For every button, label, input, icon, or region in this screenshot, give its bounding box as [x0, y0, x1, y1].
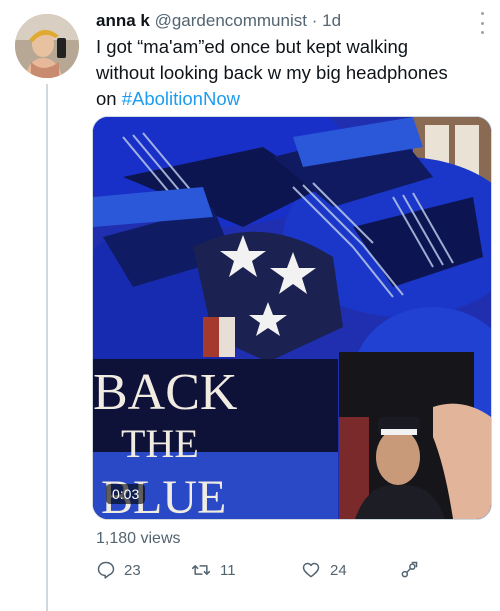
sign-line-2: THE	[121, 421, 199, 466]
like-icon	[302, 562, 320, 578]
video-frame: BACK THE BLUE	[93, 117, 491, 519]
tweet-header: anna k @gardencommunist · 1d	[96, 10, 341, 32]
view-count: 1,180 views	[96, 530, 181, 547]
display-name[interactable]: anna k	[96, 11, 150, 30]
reply-count: 23	[124, 561, 141, 579]
sign-line-1: BACK	[93, 364, 238, 421]
like-button[interactable]: 24	[300, 560, 347, 580]
video-player[interactable]: BACK THE BLUE	[92, 116, 492, 520]
action-bar: 23 11 24	[94, 560, 454, 586]
timestamp-link[interactable]: 1d	[322, 11, 341, 30]
share-button[interactable]	[398, 560, 420, 580]
tweet-text: I got “ma'am”ed once but kept walking wi…	[96, 34, 468, 112]
avatar-image	[15, 14, 79, 78]
reply-button[interactable]: 23	[96, 560, 141, 580]
video-duration: 0:03	[106, 484, 146, 504]
avatar[interactable]	[15, 14, 79, 78]
retweet-button[interactable]: 11	[190, 560, 236, 580]
retweet-count: 11	[220, 561, 236, 579]
reply-icon	[97, 561, 115, 579]
separator: ·	[311, 11, 318, 30]
like-count: 24	[330, 561, 347, 579]
retweet-icon	[191, 565, 211, 575]
thread-line	[46, 84, 48, 611]
share-icon	[401, 561, 418, 578]
hashtag-link[interactable]: #AbolitionNow	[122, 88, 240, 109]
more-icon[interactable]	[475, 12, 489, 34]
handle[interactable]: @gardencommunist	[155, 11, 307, 30]
